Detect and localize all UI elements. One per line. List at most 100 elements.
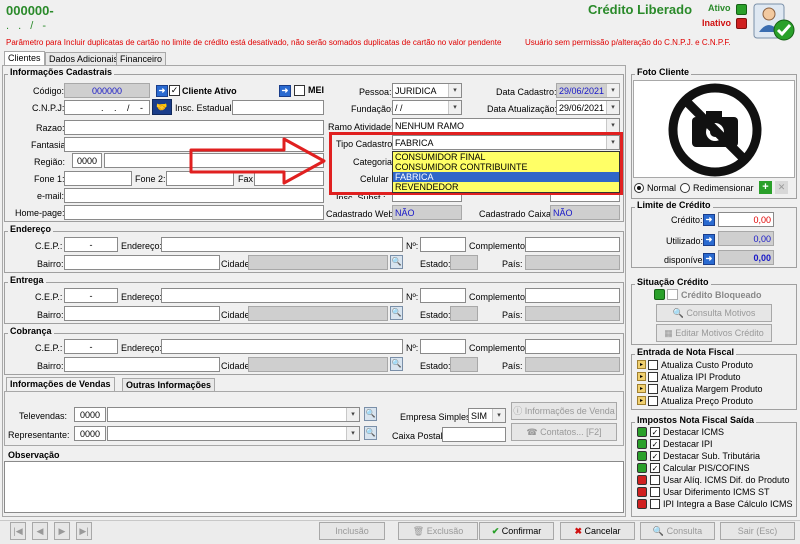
entrega-num-field[interactable] [420,288,466,303]
entrega-rua-field[interactable] [161,288,403,303]
utilizado-arrow-icon[interactable]: ➜ [703,234,715,246]
remove-photo-icon[interactable]: ✕ [775,181,788,194]
representante-search-icon[interactable]: 🔍 [364,426,377,440]
televendas-name-select[interactable]: ▾ [107,407,360,422]
endereco-comp-field[interactable] [525,237,620,252]
confirmar-button[interactable]: ✔ Confirmar [479,522,554,540]
tab-financeiro[interactable]: Financeiro [116,52,167,66]
entrega-bairro-field[interactable] [64,306,220,321]
entrada-checkbox[interactable] [648,360,658,370]
imposto-checkbox[interactable]: ✓ [650,427,660,437]
cliente-ativo-arrow-icon[interactable]: ➜ [156,85,168,97]
sair-button[interactable]: Sair (Esc) [720,522,795,540]
tab-clientes[interactable]: Clientes [4,51,45,66]
imposto-checkbox[interactable]: ✓ [650,451,660,461]
fundacao-field[interactable]: / / ▾ [392,100,462,115]
exclusao-button[interactable]: 🗑 Exclusão [398,522,478,540]
endereco-bairro-field[interactable] [64,255,220,270]
status-inactive-label: Inativo [702,18,732,28]
email-field[interactable] [64,188,324,203]
representante-name-select[interactable]: ▾ [107,426,360,441]
disponivel-arrow-icon[interactable]: ➜ [703,253,715,265]
entrada-checkbox[interactable] [648,372,658,382]
entrada-arrow-icon[interactable]: ▸ [637,360,646,369]
representante-code-field[interactable]: 0000 [74,426,106,441]
cobranca-bairro-label: Bairro: [37,361,64,371]
endereco-num-field[interactable] [420,237,466,252]
nav-first-button[interactable]: |◀ [10,522,26,540]
entrega-cep-field[interactable]: - [64,288,118,303]
endereco-cep-field[interactable]: - [64,237,118,252]
cliente-ativo-checkbox[interactable]: ✓ [169,85,180,96]
pessoa-select[interactable]: JURIDICA ▾ [392,83,462,98]
dropdown-option[interactable]: REVENDEDOR [393,182,619,192]
redimensionar-radio[interactable] [680,183,690,193]
cobranca-cidade-search-icon[interactable]: 🔍 [390,357,403,371]
televendas-label: Televendas: [19,411,68,421]
dropdown-option[interactable]: CONSUMIDOR CONTRIBUINTE [393,162,619,172]
cobranca-num-field[interactable] [420,339,466,354]
homepage-field[interactable] [64,205,324,220]
entrada-arrow-icon[interactable]: ▸ [637,372,646,381]
nav-prev-button[interactable]: ◀ [32,522,48,540]
consulta-button[interactable]: 🔍 Consulta [640,522,715,540]
entrada-arrow-icon[interactable]: ▸ [637,396,646,405]
consulta-motivos-button[interactable]: 🔍 Consulta Motivos Crédito [656,304,772,334]
dropdown-option[interactable]: CONSUMIDOR FINAL [393,152,619,162]
entrada-label: Atualiza IPI Produto [661,372,741,382]
chevron-down-icon: ▾ [448,84,461,97]
imposto-checkbox[interactable]: ✓ [650,463,660,473]
cnpj-lookup-icon[interactable]: 🤝 [152,99,172,115]
entrada-arrow-icon[interactable]: ▸ [637,384,646,393]
dropdown-option-selected[interactable]: FABRICA [393,172,619,182]
imposto-label: Destacar ICMS [663,427,725,437]
credito-field[interactable]: 0,00 [718,212,774,227]
mei-arrow-icon[interactable]: ➜ [279,85,291,97]
informacoes-venda-button[interactable]: ⓘ Informações de Venda [511,402,617,420]
entrada-checkbox[interactable] [648,384,658,394]
normal-radio[interactable] [634,183,644,193]
cobranca-bairro-field[interactable] [64,357,220,372]
credito-arrow-icon[interactable]: ➜ [703,214,715,226]
tab-informacoes-vendas[interactable]: Informações de Vendas [6,377,115,392]
codigo-field[interactable]: 000000 [64,83,150,98]
mei-checkbox[interactable] [294,85,305,96]
credito-bloqueado-checkbox[interactable] [667,289,678,300]
tab-dados-adicionais[interactable]: Dados Adicionais [45,52,123,66]
endereco-rua-field[interactable] [161,237,403,252]
contatos-button[interactable]: ☎ Contatos... [F2] [511,423,617,441]
cancelar-button[interactable]: ✖ Cancelar [560,522,635,540]
tipo-cadastro-dropdown-list[interactable]: CONSUMIDOR FINAL CONSUMIDOR CONTRIBUINTE… [392,151,620,193]
empresa-simples-select[interactable]: SIM ▾ [468,408,506,423]
televendas-code-field[interactable]: 0000 [74,407,106,422]
mei-label: MEI [308,85,325,95]
entrega-comp-field[interactable] [525,288,620,303]
cobranca-cep-field[interactable]: - [64,339,118,354]
cobranca-rua-field[interactable] [161,339,403,354]
imposto-checkbox[interactable] [650,487,660,497]
inclusao-button[interactable]: Inclusão [319,522,385,540]
cnpj-field[interactable]: . . / - [64,100,150,115]
cobranca-comp-field[interactable] [525,339,620,354]
chevron-down-icon: ▾ [606,101,619,114]
nav-next-button[interactable]: ▶ [54,522,70,540]
editar-motivos-button[interactable]: ▦ Editar Motivos Crédito [656,324,772,342]
insc-estadual-field[interactable] [232,100,324,115]
observacao-textarea[interactable] [4,461,624,513]
razao-field[interactable] [64,120,324,135]
add-photo-icon[interactable]: + [759,181,772,194]
nav-last-button[interactable]: ▶| [76,522,92,540]
fone1-field[interactable] [64,171,132,186]
endereco-cidade-search-icon[interactable]: 🔍 [390,255,403,269]
entrada-checkbox[interactable] [648,396,658,406]
televendas-search-icon[interactable]: 🔍 [364,407,377,421]
ramo-atividade-select[interactable]: NENHUM RAMO ▾ [392,118,620,133]
imposto-checkbox[interactable]: ✓ [650,439,660,449]
imposto-checkbox[interactable] [650,475,660,485]
representante-label: Representante: [8,430,70,440]
caixa-postal-field[interactable] [442,427,506,442]
imposto-checkbox[interactable] [650,499,660,509]
entrega-cidade-search-icon[interactable]: 🔍 [390,306,403,320]
regiao-code-field[interactable]: 0000 [72,153,102,168]
tab-outras-informacoes[interactable]: Outras Informações [122,378,216,392]
